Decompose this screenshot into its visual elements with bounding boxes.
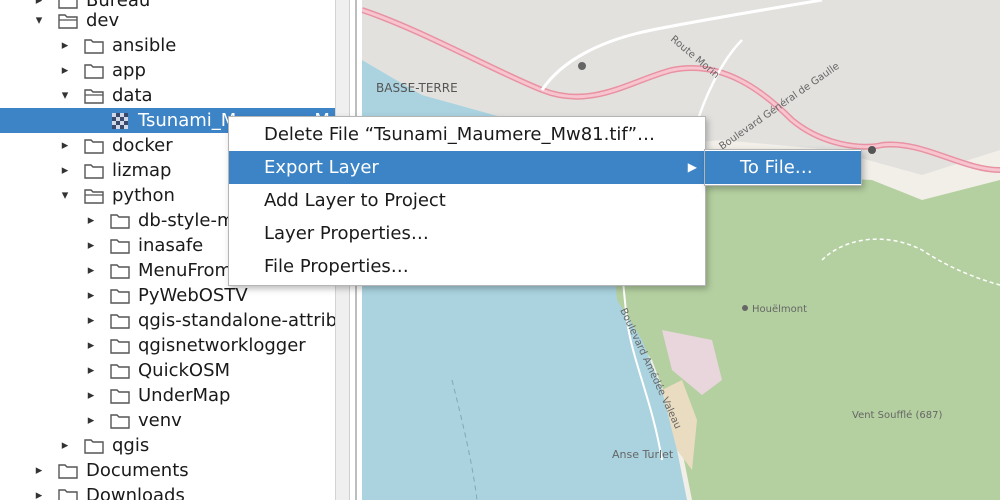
menu-item-delete-file[interactable]: Delete File “Tsunami_Maumere_Mw81.tif”… xyxy=(229,118,705,151)
folder-icon xyxy=(110,289,130,304)
tree-item-qgis[interactable]: ▸ qgis xyxy=(0,433,335,458)
tree-item-label: dev xyxy=(86,10,120,31)
tree-item-label: db-style-m xyxy=(138,210,235,231)
tree-item-label: ansible xyxy=(112,35,177,56)
tree-item-label: lizmap xyxy=(112,160,172,181)
map-label-place: Anse Turlet xyxy=(612,448,674,461)
tree-item-label: MenuFrom xyxy=(138,260,233,281)
tree-item-label: app xyxy=(112,60,146,81)
tree-item-qgisnetworklogger[interactable]: ▸ qgisnetworklogger xyxy=(0,333,335,358)
poi-icon xyxy=(868,146,876,154)
folder-icon xyxy=(110,314,130,329)
export-submenu: To File… xyxy=(704,149,862,186)
menu-item-label: Export Layer xyxy=(264,157,379,178)
folder-icon xyxy=(84,39,104,54)
tree-item-ansible[interactable]: ▸ ansible xyxy=(0,33,335,58)
tree-item-label: QuickOSM xyxy=(138,360,231,381)
chevron-right-icon[interactable]: ▸ xyxy=(84,283,98,308)
tree-item-pywebostv[interactable]: ▸ PyWebOSTV xyxy=(0,283,335,308)
tree-item-label: python xyxy=(112,185,175,206)
tree-item-quickosm[interactable]: ▸ QuickOSM xyxy=(0,358,335,383)
folder-icon xyxy=(110,239,130,254)
folder-icon xyxy=(110,339,130,354)
tree-item-label: Downloads xyxy=(86,485,185,500)
tree-item-data[interactable]: ▾ data xyxy=(0,83,335,108)
chevron-right-icon[interactable]: ▸ xyxy=(84,208,98,233)
folder-icon xyxy=(84,139,104,154)
tree-item-label: data xyxy=(112,85,153,106)
folder-icon xyxy=(84,164,104,179)
folder-icon xyxy=(110,214,130,229)
chevron-right-icon: ▶ xyxy=(687,160,697,174)
chevron-right-icon[interactable]: ▸ xyxy=(84,383,98,408)
tree-item-app[interactable]: ▸ app xyxy=(0,58,335,83)
folder-icon xyxy=(84,64,104,79)
tree-item-label: venv xyxy=(138,410,182,431)
tree-item-label: PyWebOSTV xyxy=(138,285,248,306)
tree-item-undermap[interactable]: ▸ UnderMap xyxy=(0,383,335,408)
folder-icon xyxy=(58,464,78,479)
map-label-place: Houëlmont xyxy=(752,304,807,315)
folder-icon xyxy=(58,489,78,500)
chevron-right-icon[interactable]: ▸ xyxy=(58,433,72,458)
folder-icon xyxy=(110,389,130,404)
chevron-right-icon[interactable]: ▸ xyxy=(84,258,98,283)
context-menu: Delete File “Tsunami_Maumere_Mw81.tif”… … xyxy=(228,116,706,286)
tree-item-label: qgis xyxy=(112,435,150,456)
poi-icon xyxy=(578,62,586,70)
menu-item-layer-properties[interactable]: Layer Properties… xyxy=(229,217,705,250)
tree-item-label: UnderMap xyxy=(138,385,231,406)
tree-item-label: inasafe xyxy=(138,235,204,256)
chevron-right-icon[interactable]: ▸ xyxy=(84,233,98,258)
map-label-place: Vent Soufflé (687) xyxy=(852,409,942,421)
chevron-right-icon[interactable]: ▸ xyxy=(32,483,46,500)
menu-item-export-layer[interactable]: Export Layer ▶ xyxy=(229,151,705,184)
folder-icon xyxy=(110,264,130,279)
chevron-down-icon[interactable]: ▾ xyxy=(58,83,72,108)
chevron-right-icon[interactable]: ▸ xyxy=(84,333,98,358)
chevron-right-icon[interactable]: ▸ xyxy=(84,308,98,333)
folder-icon xyxy=(110,364,130,379)
folder-icon xyxy=(84,439,104,454)
folder-open-icon xyxy=(58,14,78,29)
folder-icon xyxy=(110,414,130,429)
chevron-right-icon[interactable]: ▸ xyxy=(58,58,72,83)
tree-item-label: Documents xyxy=(86,460,189,481)
chevron-right-icon[interactable]: ▸ xyxy=(84,408,98,433)
tree-item-venv[interactable]: ▸ venv xyxy=(0,408,335,433)
raster-layer-icon xyxy=(112,113,128,129)
chevron-right-icon[interactable]: ▸ xyxy=(32,458,46,483)
menu-item-to-file[interactable]: To File… xyxy=(705,151,861,184)
tree-item-documents[interactable]: ▸ Documents xyxy=(0,458,335,483)
chevron-down-icon[interactable]: ▾ xyxy=(58,183,72,208)
tree-item-label: docker xyxy=(112,135,173,156)
menu-item-file-properties[interactable]: File Properties… xyxy=(229,250,705,283)
chevron-right-icon[interactable]: ▸ xyxy=(58,33,72,58)
chevron-down-icon[interactable]: ▾ xyxy=(32,8,46,33)
folder-open-icon xyxy=(84,189,104,204)
folder-open-icon xyxy=(84,89,104,104)
chevron-right-icon[interactable]: ▸ xyxy=(58,133,72,158)
tree-item-dev[interactable]: ▾ dev xyxy=(0,8,335,33)
chevron-right-icon[interactable]: ▸ xyxy=(58,158,72,183)
map-label-town: BASSE-TERRE xyxy=(376,81,458,95)
peak-icon xyxy=(742,305,748,311)
tree-item-label: qgis-standalone-attrib xyxy=(138,310,338,331)
menu-item-add-layer[interactable]: Add Layer to Project xyxy=(229,184,705,217)
tree-item-qgis-standalone[interactable]: ▸ qgis-standalone-attrib xyxy=(0,308,338,333)
chevron-right-icon[interactable]: ▸ xyxy=(84,358,98,383)
tree-item-downloads[interactable]: ▸ Downloads xyxy=(0,483,335,500)
tree-item-label: qgisnetworklogger xyxy=(138,335,306,356)
